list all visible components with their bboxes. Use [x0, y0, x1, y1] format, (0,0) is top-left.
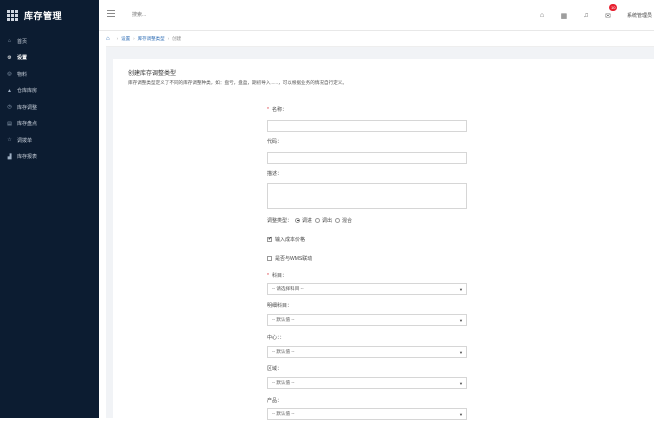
sidebar-item-label: 设置 — [17, 55, 28, 62]
breadcrumb-separator: › — [167, 36, 170, 41]
subject-select[interactable]: -- 请选择科目 -- ▼ — [267, 283, 467, 295]
code-label: 代码： — [267, 139, 283, 145]
form-panel: 创建库存调整类型 库存调整类型定义了不同的库存调整种类，如：盘亏，盘盈，期初导入… — [113, 59, 654, 420]
bell-icon[interactable]: ♫ — [575, 12, 597, 19]
cost-price-checkbox[interactable] — [267, 236, 272, 242]
home-icon[interactable]: ⌂ — [531, 12, 553, 19]
brand[interactable]: 库存管理 — [0, 0, 99, 31]
sidebar-item-report[interactable]: ▟ 库存报表 — [0, 149, 99, 166]
home-icon: ⌂ — [7, 38, 12, 45]
sidebar-item-label: 库存报表 — [17, 154, 38, 161]
sidebar-item-count[interactable]: ▤ 库存盘点 — [0, 116, 99, 133]
subject-select-value: -- 请选择科目 -- — [272, 286, 304, 291]
region-select[interactable]: -- 默认值 -- ▼ — [267, 377, 467, 389]
breadcrumb-adjust-type[interactable]: 库存调整类型 — [138, 36, 165, 42]
product-select[interactable]: -- 默认值 -- ▼ — [267, 408, 467, 420]
product-select-value: -- 默认值 -- — [272, 411, 295, 416]
material-icon: ◎ — [7, 71, 12, 78]
center-select-value: -- 默认值 -- — [272, 349, 295, 354]
name-label: * 名称： — [267, 107, 287, 113]
subject-label: * 科目： — [267, 273, 287, 279]
detail-subject-label: 明细科目： — [267, 303, 293, 309]
chevron-down-icon: ▼ — [459, 411, 463, 417]
region-select-value: -- 默认值 -- — [272, 380, 295, 385]
sidebar-item-label: 仓库库房 — [17, 88, 38, 95]
panel-header: 创建库存调整类型 库存调整类型定义了不同的库存调整种类，如：盘亏，盘盈，期初导入… — [128, 68, 347, 86]
chevron-down-icon: ▼ — [459, 317, 463, 323]
center-label: 中心：： — [267, 335, 285, 341]
radio-in[interactable] — [295, 217, 301, 223]
sidebar-item-warehouse[interactable]: ▲ 仓库库房 — [0, 83, 99, 100]
radio-out[interactable] — [315, 217, 321, 223]
create-form: * 名称： 代码： 描述： 调整类型： 调进 调出 混合 ✔ 输入成本价格 是否… — [267, 106, 467, 420]
breadcrumb-current: 创建 — [172, 35, 182, 41]
chevron-down-icon: ▼ — [459, 286, 463, 292]
sidebar-item-label: 库存调整 — [17, 104, 38, 111]
wms-row: 是否与WMS联动 — [267, 253, 467, 263]
description-textarea[interactable] — [267, 183, 467, 209]
content-area: 创建库存调整类型 库存调整类型定义了不同的库存调整种类，如：盘亏，盘盈，期初导入… — [106, 47, 654, 420]
name-input[interactable] — [267, 120, 467, 132]
center-select[interactable]: -- 默认值 -- ▼ — [267, 346, 467, 358]
page-description: 库存调整类型定义了不同的库存调整种类，如：盘亏，盘盈，期初导入......，可以… — [128, 80, 347, 85]
adjust-icon: ◷ — [7, 104, 12, 111]
required-mark: * — [267, 273, 269, 279]
breadcrumb-separator: › — [116, 36, 119, 41]
wms-checkbox[interactable] — [267, 255, 272, 261]
region-label: 区域： — [267, 366, 283, 372]
breadcrumb-settings[interactable]: 设置 — [121, 36, 130, 42]
brand-title: 库存管理 — [24, 11, 63, 21]
top-bar: ⌂ ▦ ♫ ✉10 系统管理员 — [99, 0, 654, 31]
detail-subject-value: -- 默认值 -- — [272, 317, 295, 322]
adjust-type-label: 调整类型： — [267, 217, 293, 224]
sidebar-item-material[interactable]: ◎ 物料 — [0, 66, 99, 83]
code-input[interactable] — [267, 152, 467, 164]
page-title: 创建库存调整类型 — [128, 71, 177, 77]
sidebar-item-adjust[interactable]: ◷ 库存调整 — [0, 99, 99, 116]
adjust-type-group: 调整类型： 调进 调出 混合 — [267, 215, 467, 225]
cost-price-row: 输入成本价格 — [267, 234, 467, 244]
settings-icon: ⚙ — [7, 54, 12, 61]
radio-out-label: 调出 — [322, 217, 333, 224]
breadcrumb-separator: › — [133, 36, 135, 41]
top-actions: ⌂ ▦ ♫ ✉ 10 系统管理员 — [531, 0, 654, 31]
chevron-down-icon: ▼ — [459, 380, 463, 386]
mail-icon[interactable]: ✉ 10 — [597, 3, 619, 20]
sidebar-nav: ⌂ 首页 ⚙ 设置 ◎ 物料 ▲ 仓库库房 ◷ 库存调整 ▤ 库存盘点 ☆ 调拨… — [0, 33, 99, 165]
sidebar-item-home[interactable]: ⌂ 首页 — [0, 33, 99, 50]
radio-in-label: 调进 — [302, 217, 313, 224]
notification-badge: 10 — [608, 3, 618, 11]
cost-price-label: 输入成本价格 — [275, 236, 306, 243]
radio-mixed[interactable] — [335, 217, 341, 223]
detail-subject-select[interactable]: -- 默认值 -- ▼ — [267, 314, 467, 326]
sidebar-item-label: 首页 — [17, 38, 28, 45]
sidebar-item-settings[interactable]: ⚙ 设置 — [0, 50, 99, 67]
sidebar-item-transfer[interactable]: ☆ 调拨单 — [0, 132, 99, 149]
radio-mixed-label: 混合 — [342, 217, 353, 224]
breadcrumb-home-icon[interactable]: ⌂ — [106, 36, 110, 42]
sidebar: 库存管理 ⌂ 首页 ⚙ 设置 ◎ 物料 ▲ 仓库库房 ◷ 库存调整 ▤ 库存盘点… — [0, 0, 99, 418]
transfer-icon: ☆ — [7, 137, 12, 144]
apps-icon[interactable]: ▦ — [553, 12, 575, 20]
apps-grid-icon — [7, 10, 18, 21]
warehouse-icon: ▲ — [7, 87, 12, 94]
menu-toggle-icon[interactable] — [107, 10, 115, 17]
sidebar-item-label: 库存盘点 — [17, 121, 38, 128]
app-root: 库存管理 ⌂ 首页 ⚙ 设置 ◎ 物料 ▲ 仓库库房 ◷ 库存调整 ▤ 库存盘点… — [0, 0, 654, 422]
sidebar-item-label: 物料 — [17, 71, 28, 78]
description-label: 描述： — [267, 171, 283, 177]
user-menu[interactable]: 系统管理员 — [627, 12, 652, 19]
required-mark: * — [267, 107, 269, 113]
product-label: 产品： — [267, 398, 283, 404]
chevron-down-icon: ▼ — [459, 349, 463, 355]
breadcrumb: ⌂ › 设置 › 库存调整类型 › 创建 — [106, 31, 654, 47]
count-icon: ▤ — [7, 120, 12, 127]
sidebar-item-label: 调拨单 — [17, 137, 33, 144]
report-icon: ▟ — [7, 153, 12, 160]
wms-label: 是否与WMS联动 — [275, 255, 313, 262]
search-input[interactable] — [132, 10, 222, 20]
